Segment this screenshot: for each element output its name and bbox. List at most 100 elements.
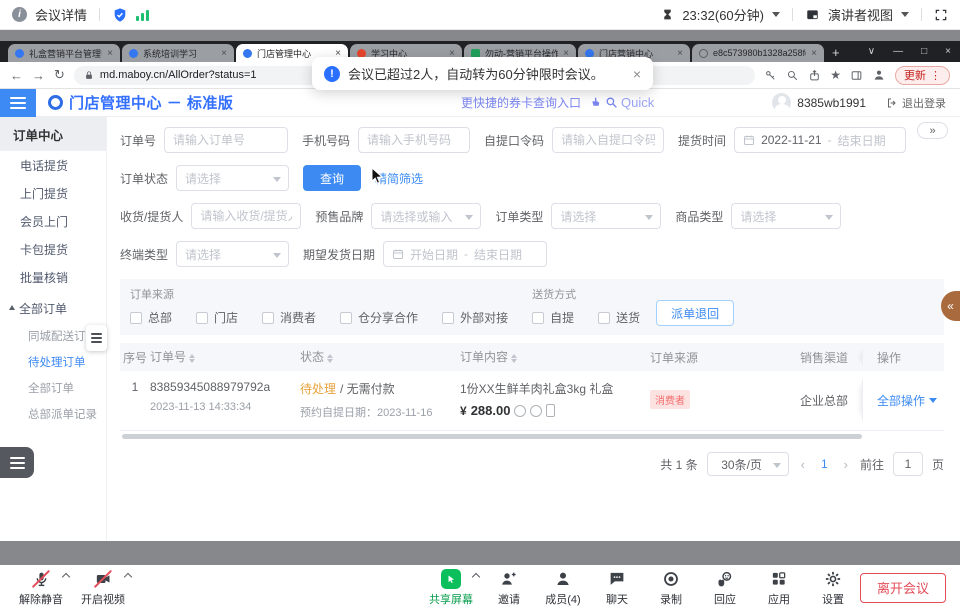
expect-ship-date-range[interactable]: 开始日期 - 结束日期 bbox=[383, 241, 547, 267]
sidebar-item-card-pickup[interactable]: 卡包提货 bbox=[0, 235, 106, 263]
leave-meeting-button[interactable]: 离开会议 bbox=[860, 573, 946, 603]
order-no-input[interactable] bbox=[164, 127, 288, 153]
current-page[interactable]: 1 bbox=[817, 457, 832, 471]
reactions-button[interactable]: 回应 bbox=[698, 567, 752, 609]
user-account[interactable]: 8385wb1991 bbox=[772, 93, 866, 112]
meeting-details-label[interactable]: 会议详情 bbox=[35, 5, 87, 24]
delivery-option-delivery[interactable]: 送货 bbox=[598, 309, 640, 326]
sidebar-sub-hq-dispatch[interactable]: 总部派单记录 bbox=[0, 401, 106, 427]
back-button[interactable]: ← bbox=[10, 68, 23, 83]
order-status-select[interactable]: 请选择 bbox=[176, 165, 289, 191]
sidebar-sub-pending-orders[interactable]: 待处理订单 bbox=[0, 349, 106, 375]
pickup-code-input[interactable] bbox=[552, 127, 664, 153]
video-options-caret[interactable] bbox=[124, 572, 132, 580]
timer-dropdown-icon[interactable] bbox=[772, 12, 780, 21]
unmute-button[interactable]: 解除静音 bbox=[10, 567, 72, 609]
browser-update-button[interactable]: 更新 ⋮ bbox=[895, 66, 950, 85]
invite-button[interactable]: 邀请 bbox=[482, 567, 536, 609]
page-size-select[interactable]: 30条/页 bbox=[707, 452, 789, 476]
source-option-consumer[interactable]: 消费者 bbox=[262, 309, 316, 326]
all-actions-dropdown[interactable]: 全部操作 bbox=[877, 392, 937, 409]
sort-icon[interactable] bbox=[327, 351, 333, 366]
sidebar-group-all-orders[interactable]: 全部订单 bbox=[0, 293, 106, 323]
mic-options-caret[interactable] bbox=[62, 572, 70, 580]
start-date-value[interactable]: 2022-11-21 bbox=[761, 133, 822, 147]
maximize-button[interactable]: □ bbox=[912, 41, 936, 62]
quick-search[interactable]: Quick bbox=[589, 95, 654, 110]
col-order-no[interactable]: 订单号 bbox=[150, 348, 300, 365]
col-status[interactable]: 状态 bbox=[300, 348, 460, 365]
tab-search-icon[interactable]: ∨ bbox=[859, 41, 884, 62]
browser-tab[interactable]: e8c573980b1328a258fd2e6... × bbox=[692, 44, 824, 62]
sidebar-item-door-pickup[interactable]: 上门提货 bbox=[0, 179, 106, 207]
profile-icon[interactable] bbox=[872, 68, 886, 82]
source-option-warehouse-share[interactable]: 仓分享合作 bbox=[340, 309, 418, 326]
goods-type-select[interactable]: 请选择 bbox=[731, 203, 841, 229]
sidebar-item-member-visit[interactable]: 会员上门 bbox=[0, 207, 106, 235]
brand-select[interactable]: 请选择或输入 bbox=[371, 203, 481, 229]
checkbox[interactable] bbox=[532, 312, 544, 324]
goto-page-input[interactable] bbox=[893, 452, 923, 476]
receiver-input[interactable] bbox=[191, 203, 301, 229]
zoom-icon[interactable] bbox=[786, 69, 799, 82]
key-icon[interactable] bbox=[764, 69, 777, 82]
sort-icon[interactable] bbox=[189, 351, 195, 366]
meeting-member-list-button[interactable] bbox=[0, 447, 34, 478]
start-video-button[interactable]: 开启视频 bbox=[72, 567, 134, 609]
share-icon[interactable] bbox=[808, 69, 821, 82]
members-button[interactable]: 成员(4) bbox=[536, 567, 590, 609]
sidebar-item-batch-verify[interactable]: 批量核销 bbox=[0, 263, 106, 291]
next-page-button[interactable]: › bbox=[841, 457, 851, 472]
checkbox[interactable] bbox=[262, 312, 274, 324]
menu-hamburger-button[interactable] bbox=[0, 89, 36, 117]
record-button[interactable]: 录制 bbox=[644, 567, 698, 609]
order-number[interactable]: 83859345088979792a bbox=[150, 380, 300, 394]
sidebar-item-phone-pickup[interactable]: 电话提货 bbox=[0, 151, 106, 179]
reload-button[interactable]: ↻ bbox=[54, 67, 65, 83]
sort-icon[interactable] bbox=[511, 351, 517, 366]
collapse-filters-button[interactable]: » bbox=[917, 122, 948, 139]
forward-button[interactable]: → bbox=[32, 68, 45, 83]
tab-close-icon[interactable]: × bbox=[221, 48, 227, 59]
network-signal-icon[interactable] bbox=[136, 9, 149, 21]
browser-tab[interactable]: 礼盒营销平台管理中心 × bbox=[8, 44, 120, 62]
col-content[interactable]: 订单内容 bbox=[460, 348, 650, 365]
pickup-time-range[interactable]: 2022-11-21 - 结束日期 bbox=[734, 127, 906, 153]
tab-close-icon[interactable]: × bbox=[677, 48, 683, 59]
search-button[interactable]: 查询 bbox=[303, 165, 361, 191]
phone-input[interactable] bbox=[358, 127, 470, 153]
view-dropdown-icon[interactable] bbox=[901, 12, 909, 21]
bookmark-star-icon[interactable]: ★ bbox=[830, 68, 841, 82]
sidebar-collapse-handle[interactable] bbox=[86, 325, 107, 351]
tab-close-icon[interactable]: × bbox=[811, 48, 817, 59]
fullscreen-icon[interactable] bbox=[934, 8, 948, 22]
browser-tab[interactable]: 系统培训学习 × bbox=[122, 44, 234, 62]
end-date-placeholder[interactable]: 结束日期 bbox=[474, 246, 522, 263]
sidebar-sub-all-orders[interactable]: 全部订单 bbox=[0, 375, 106, 401]
logout-button[interactable]: 退出登录 bbox=[886, 95, 946, 111]
settings-button[interactable]: 设置 bbox=[806, 567, 860, 609]
meeting-info-icon[interactable]: i bbox=[12, 7, 27, 22]
more-menu-icon[interactable]: ⋮ bbox=[930, 69, 941, 82]
close-window-button[interactable]: × bbox=[936, 41, 960, 62]
prev-page-button[interactable]: ‹ bbox=[798, 457, 808, 472]
end-date-placeholder[interactable]: 结束日期 bbox=[838, 132, 886, 149]
checkbox[interactable] bbox=[598, 312, 610, 324]
checkbox[interactable] bbox=[442, 312, 454, 324]
side-panel-icon[interactable] bbox=[850, 69, 863, 82]
coupon-query-link[interactable]: 更快捷的券卡查询入口 bbox=[461, 94, 581, 111]
checkbox[interactable] bbox=[196, 312, 208, 324]
dispatch-return-button[interactable]: 派单退回 bbox=[656, 300, 734, 326]
checkbox[interactable] bbox=[130, 312, 142, 324]
terminal-type-select[interactable]: 请选择 bbox=[176, 241, 289, 267]
order-type-select[interactable]: 请选择 bbox=[551, 203, 661, 229]
checkbox[interactable] bbox=[340, 312, 352, 324]
meeting-timer[interactable]: 23:32(60分钟) bbox=[682, 5, 764, 24]
minimize-button[interactable]: — bbox=[884, 41, 912, 62]
tab-close-icon[interactable]: × bbox=[107, 48, 113, 59]
notification-close-icon[interactable]: × bbox=[633, 66, 641, 82]
source-option-hq[interactable]: 总部 bbox=[130, 309, 172, 326]
horizontal-scrollbar[interactable] bbox=[122, 434, 862, 439]
source-option-store[interactable]: 门店 bbox=[196, 309, 238, 326]
view-mode-selector[interactable]: 演讲者视图 bbox=[828, 5, 893, 24]
